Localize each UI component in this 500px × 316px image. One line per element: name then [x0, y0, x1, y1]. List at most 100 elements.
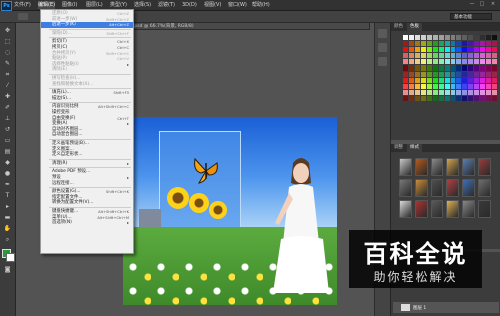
- color-swatch[interactable]: [456, 65, 462, 71]
- color-swatch[interactable]: [432, 71, 438, 77]
- color-swatch[interactable]: [492, 71, 497, 77]
- color-swatch[interactable]: [408, 71, 414, 77]
- color-swatch[interactable]: [408, 89, 414, 95]
- marquee-tool-icon[interactable]: ⬚: [3, 38, 12, 46]
- history-brush-tool-icon[interactable]: ↺: [3, 126, 12, 134]
- color-swatch[interactable]: [480, 71, 486, 77]
- color-swatch[interactable]: [444, 53, 450, 59]
- color-swatch[interactable]: [420, 59, 426, 65]
- quick-mask-icon[interactable]: ◙: [3, 266, 12, 274]
- color-swatch[interactable]: [480, 59, 486, 65]
- color-swatch[interactable]: [414, 47, 420, 53]
- properties-icon[interactable]: [378, 43, 387, 52]
- color-swatch[interactable]: [456, 35, 462, 41]
- color-swatch[interactable]: [420, 53, 426, 59]
- color-swatch[interactable]: [474, 65, 480, 71]
- color-swatch[interactable]: [468, 59, 474, 65]
- color-swatch[interactable]: [492, 47, 497, 53]
- path-select-tool-icon[interactable]: ▸: [3, 203, 12, 211]
- color-swatch[interactable]: [414, 71, 420, 77]
- color-swatch[interactable]: [414, 35, 420, 41]
- color-swatch[interactable]: [450, 71, 456, 77]
- color-swatch[interactable]: [486, 95, 492, 101]
- style-preset[interactable]: [446, 158, 460, 176]
- style-preset[interactable]: [478, 158, 491, 176]
- color-swatch[interactable]: [403, 77, 408, 83]
- color-swatch[interactable]: [420, 41, 426, 47]
- edit-menu-item[interactable]: 清除(E): [41, 67, 133, 73]
- color-swatch[interactable]: [462, 41, 468, 47]
- minimize-icon[interactable]: —: [468, 1, 476, 8]
- color-swatch[interactable]: [432, 47, 438, 53]
- color-swatch[interactable]: [456, 41, 462, 47]
- color-swatch[interactable]: [408, 47, 414, 53]
- pen-tool-icon[interactable]: ✒: [3, 181, 12, 189]
- color-swatch[interactable]: [468, 95, 474, 101]
- color-swatch[interactable]: [408, 65, 414, 71]
- document-canvas[interactable]: [123, 117, 337, 305]
- color-swatch[interactable]: [420, 71, 426, 77]
- color-swatch[interactable]: [450, 59, 456, 65]
- crop-tool-icon[interactable]: ⌗: [3, 71, 12, 79]
- style-preset[interactable]: [478, 179, 491, 197]
- color-swatch[interactable]: [420, 95, 426, 101]
- color-swatch[interactable]: [474, 47, 480, 53]
- color-swatch[interactable]: [426, 35, 432, 41]
- style-preset[interactable]: [462, 158, 476, 176]
- color-swatch[interactable]: [480, 53, 486, 59]
- color-swatch[interactable]: [438, 59, 444, 65]
- menu-file[interactable]: 文件(F): [14, 1, 31, 9]
- color-swatch[interactable]: [408, 95, 414, 101]
- color-swatch[interactable]: [426, 89, 432, 95]
- color-swatch[interactable]: [444, 59, 450, 65]
- color-swatch[interactable]: [403, 59, 408, 65]
- color-swatch[interactable]: [444, 83, 450, 89]
- maximize-icon[interactable]: □: [478, 1, 486, 8]
- color-swatch[interactable]: [486, 35, 492, 41]
- history-icon[interactable]: [378, 29, 387, 38]
- color-swatch[interactable]: [438, 77, 444, 83]
- color-swatch[interactable]: [462, 53, 468, 59]
- tool-preset-icon[interactable]: [18, 13, 28, 20]
- style-preset[interactable]: [430, 158, 444, 176]
- color-swatch[interactable]: [420, 83, 426, 89]
- style-preset[interactable]: [446, 200, 460, 218]
- color-swatch[interactable]: [444, 35, 450, 41]
- color-swatch[interactable]: [414, 59, 420, 65]
- color-swatch[interactable]: [462, 59, 468, 65]
- color-swatch[interactable]: [426, 59, 432, 65]
- color-swatch[interactable]: [480, 83, 486, 89]
- color-swatch[interactable]: [432, 95, 438, 101]
- color-swatch[interactable]: [414, 77, 420, 83]
- color-swatch[interactable]: [444, 77, 450, 83]
- style-preset[interactable]: [430, 179, 444, 197]
- color-swatch[interactable]: [450, 89, 456, 95]
- color-swatch[interactable]: [408, 77, 414, 83]
- color-swatch[interactable]: [492, 35, 497, 41]
- style-preset[interactable]: [446, 179, 460, 197]
- color-swatch[interactable]: [403, 83, 408, 89]
- color-swatch[interactable]: [456, 53, 462, 59]
- color-swatch[interactable]: [408, 83, 414, 89]
- brush-tool-icon[interactable]: ✐: [3, 104, 12, 112]
- color-swatch[interactable]: [486, 59, 492, 65]
- edit-menu-item[interactable]: 渐隐(D)... Shift+Ctrl+F: [41, 31, 133, 37]
- color-swatch[interactable]: [403, 95, 408, 101]
- close-icon[interactable]: ×: [489, 1, 497, 8]
- color-swatch[interactable]: [408, 41, 414, 47]
- lasso-tool-icon[interactable]: ◌: [3, 49, 12, 57]
- color-swatch[interactable]: [474, 77, 480, 83]
- color-swatch[interactable]: [468, 89, 474, 95]
- style-preset[interactable]: [399, 158, 412, 176]
- style-preset[interactable]: [430, 200, 444, 218]
- color-swatch[interactable]: [414, 65, 420, 71]
- color-swatch[interactable]: [408, 53, 414, 59]
- color-swatch[interactable]: [444, 41, 450, 47]
- color-swatch[interactable]: [432, 77, 438, 83]
- color-swatch[interactable]: [408, 59, 414, 65]
- color-swatch[interactable]: [462, 83, 468, 89]
- color-swatch[interactable]: [480, 35, 486, 41]
- color-swatch[interactable]: [438, 65, 444, 71]
- color-swatch[interactable]: [403, 53, 408, 59]
- color-swatch[interactable]: [492, 53, 497, 59]
